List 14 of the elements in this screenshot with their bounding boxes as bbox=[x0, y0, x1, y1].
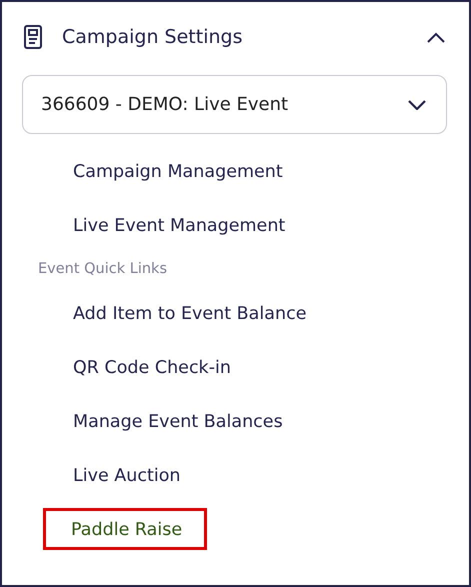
section-title: Campaign Settings bbox=[62, 26, 244, 48]
section-heading: Event Quick Links bbox=[38, 261, 168, 277]
nav-link[interactable]: Live Event Management bbox=[48, 204, 310, 246]
campaign-select[interactable]: 366609 - DEMO: Live Event bbox=[22, 75, 447, 134]
nav-link[interactable]: QR Code Check-in bbox=[48, 346, 256, 388]
nav-link[interactable]: Live Auction bbox=[48, 454, 206, 496]
nav-link[interactable]: Add Item to Event Balance bbox=[48, 292, 332, 334]
chevron-up-icon bbox=[427, 32, 445, 42]
nav-link[interactable]: Campaign Management bbox=[48, 150, 308, 192]
document-icon bbox=[24, 25, 42, 49]
chevron-down-icon bbox=[408, 100, 426, 110]
nav-link[interactable]: Manage Event Balances bbox=[48, 400, 308, 442]
collapse-toggle[interactable] bbox=[427, 32, 445, 42]
nav-link[interactable]: Paddle Raise bbox=[43, 508, 208, 550]
